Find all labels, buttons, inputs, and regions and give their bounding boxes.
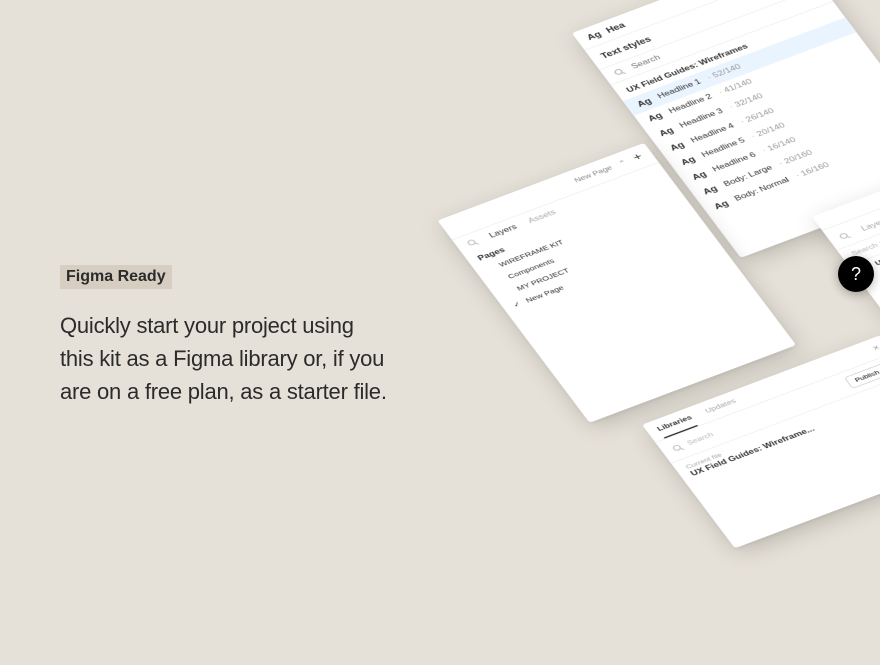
ag-mark-icon: Ag	[635, 96, 654, 109]
search-icon	[670, 443, 683, 452]
ag-mark-icon: Ag	[668, 140, 687, 153]
chevron-down-icon[interactable]: ⌃	[617, 159, 628, 168]
plus-icon[interactable]: +	[630, 151, 645, 164]
ag-mark-icon: Ag	[585, 29, 604, 42]
ag-mark-icon: Ag	[712, 198, 731, 211]
ag-mark-icon: Ag	[690, 169, 709, 182]
styles-header-label: Hea	[604, 20, 627, 34]
libraries-search-input[interactable]: Search	[685, 431, 715, 447]
ag-mark-icon: Ag	[701, 184, 720, 197]
question-mark-icon: ?	[851, 264, 861, 285]
style-name: Body: Normal	[733, 176, 791, 203]
search-icon[interactable]	[837, 231, 852, 241]
ag-mark-icon: Ag	[657, 125, 676, 138]
ag-mark-icon: Ag	[679, 155, 698, 168]
figma-ready-badge: Figma Ready	[60, 265, 172, 289]
search-icon	[612, 67, 627, 77]
marketing-headline: Quickly start your project using this ki…	[60, 309, 390, 408]
search-icon[interactable]	[465, 238, 480, 248]
tab-layers[interactable]: Layers	[860, 216, 880, 233]
check-icon: ✓	[512, 300, 523, 309]
help-fab-button[interactable]: ?	[838, 256, 874, 292]
ag-mark-icon: Ag	[646, 111, 665, 124]
